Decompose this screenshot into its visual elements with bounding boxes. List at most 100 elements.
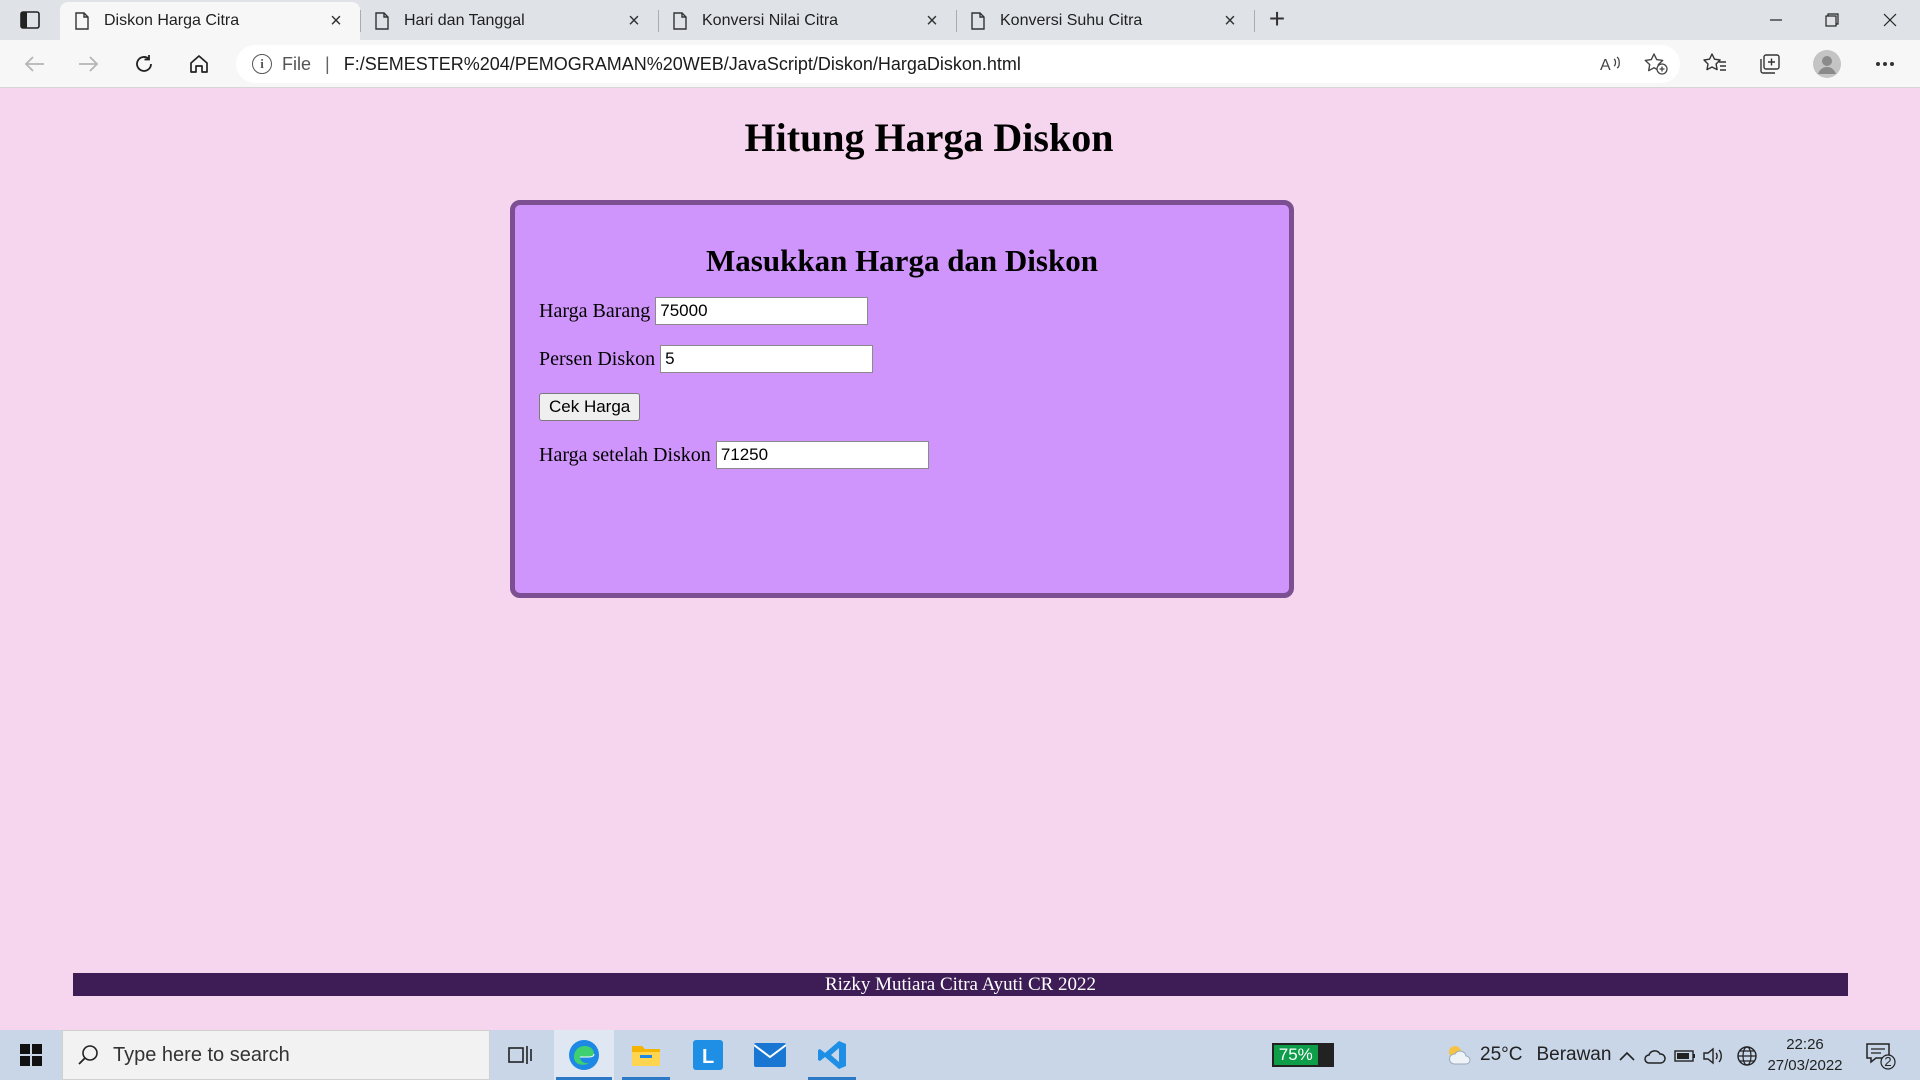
close-tab-icon[interactable]: × [324,9,348,33]
home-button[interactable] [181,48,217,80]
battery-level: 75% [1274,1045,1318,1065]
tab-title: Konversi Suhu Citra [1000,12,1143,29]
tab-konversi-suhu-citra[interactable]: Konversi Suhu Citra × [956,2,1254,40]
browser-toolbar: i File | F:/SEMESTER%204/PEMOGRAMAN%20WE… [0,40,1920,88]
weather-widget[interactable]: 25°C Berawan [1446,1030,1611,1080]
battery-icon [1674,1050,1695,1062]
home-icon [190,55,208,73]
start-button[interactable] [0,1030,62,1080]
tab-hari-dan-tanggal[interactable]: Hari dan Tanggal × [360,2,658,40]
profile-button[interactable] [1808,48,1846,80]
task-view-icon [508,1046,532,1064]
harga-setelah-diskon-output[interactable] [715,441,929,469]
speaker-icon [1703,1047,1722,1065]
address-scheme-label: File [282,53,312,74]
page-icon [673,12,687,30]
info-icon[interactable]: i [252,54,272,74]
harga-barang-input[interactable] [655,297,869,325]
plus-icon: + [1268,3,1286,34]
task-view-button[interactable] [494,1030,546,1080]
back-button[interactable] [16,48,52,80]
favorites-button[interactable] [1696,48,1734,80]
close-icon [1883,13,1897,27]
tab-actions-icon [20,11,40,29]
tab-title: Konversi Nilai Citra [702,12,839,29]
persen-diskon-input[interactable] [660,345,874,373]
search-icon [78,1045,98,1065]
forward-arrow-icon [79,56,99,72]
onedrive-tray-button[interactable] [1644,1045,1666,1067]
more-dots-icon [1876,62,1894,66]
tab-title: Diskon Harga Citra [104,12,240,29]
browser-tab-bar: Diskon Harga Citra × Hari dan Tanggal × … [0,0,1920,40]
cloud-icon [1644,1050,1666,1064]
volume-tray-button[interactable] [1702,1045,1724,1067]
globe-icon [1737,1046,1757,1066]
windows-taskbar: Type here to search L 75% 25°C Berawan 2… [0,1030,1920,1080]
read-aloud-icon[interactable]: A [1600,54,1622,79]
minimize-icon [1770,19,1782,21]
url-text[interactable]: F:/SEMESTER%204/PEMOGRAMAN%20WEB/JavaScr… [344,54,1021,75]
forward-button[interactable] [71,48,107,80]
favorites-icon [1703,53,1726,71]
battery-tray-button[interactable] [1674,1045,1696,1067]
tab-title: Hari dan Tanggal [404,12,525,29]
notification-center-button[interactable]: 2 [1866,1042,1896,1070]
settings-more-button[interactable] [1866,48,1904,80]
page-icon [75,12,89,30]
tab-actions-button[interactable] [10,6,50,34]
taskbar-file-explorer[interactable] [620,1030,672,1080]
form-title: Masukkan Harga dan Diskon [706,243,1098,278]
new-tab-button[interactable]: + [1262,3,1292,34]
back-arrow-icon [24,56,44,72]
restore-button[interactable] [1804,0,1860,40]
partly-cloudy-icon [1448,1046,1471,1065]
add-favorite-icon[interactable] [1644,53,1668,80]
svg-text:L: L [702,1046,714,1068]
collections-icon [1760,54,1780,74]
taskbar-l-app[interactable]: L [682,1030,734,1080]
collections-button[interactable] [1751,48,1789,80]
edge-icon [569,1040,599,1070]
page-footer: Rizky Mutiara Citra Ayuti CR 2022 [73,973,1848,996]
cek-harga-button[interactable]: Cek Harga [539,393,641,421]
taskbar-edge[interactable] [554,1030,614,1080]
system-clock[interactable]: 22:26 27/03/2022 [1764,1034,1846,1076]
close-window-button[interactable] [1862,0,1918,40]
minimize-button[interactable] [1748,0,1804,40]
address-separator: | [325,53,330,74]
battery-widget[interactable]: 75% [1272,1043,1334,1067]
network-tray-button[interactable] [1736,1045,1758,1067]
mail-icon [754,1043,786,1067]
chevron-up-icon [1619,1051,1635,1061]
taskbar-mail[interactable] [744,1030,796,1080]
svg-text:A: A [1600,57,1611,74]
restore-icon [1825,13,1839,27]
page-title: Hitung Harga Diskon [744,115,1114,160]
windows-logo-icon [20,1044,42,1066]
refresh-button[interactable] [126,48,162,80]
result-row: Harga setelah Diskon [539,441,1265,469]
show-hidden-icons-button[interactable] [1616,1045,1638,1067]
harga-row: Harga Barang [539,297,1265,325]
close-tab-icon[interactable]: × [1218,9,1242,33]
page-icon [375,12,389,30]
notification-count: 2 [1884,1054,1892,1069]
close-tab-icon[interactable]: × [622,9,646,33]
tab-konversi-nilai-citra[interactable]: Konversi Nilai Citra × [658,2,956,40]
discount-form-card: Masukkan Harga dan Diskon Harga Barang P… [510,200,1294,598]
taskbar-search-box[interactable]: Type here to search [62,1030,490,1080]
page-icon [971,12,985,30]
tab-diskon-harga-citra[interactable]: Diskon Harga Citra × [60,2,360,40]
button-row: Cek Harga [539,393,1265,421]
persen-diskon-label: Persen Diskon [539,347,656,370]
close-tab-icon[interactable]: × [920,9,944,33]
file-explorer-icon [632,1046,660,1066]
address-bar[interactable]: i File | F:/SEMESTER%204/PEMOGRAMAN%20WE… [236,45,1680,83]
taskbar-vscode[interactable] [806,1030,858,1080]
avatar [1813,50,1841,78]
harga-setelah-diskon-label: Harga setelah Diskon [539,443,711,466]
clock-date: 27/03/2022 [1767,1057,1843,1074]
diskon-row: Persen Diskon [539,345,1265,373]
l-app-icon: L [693,1040,723,1070]
